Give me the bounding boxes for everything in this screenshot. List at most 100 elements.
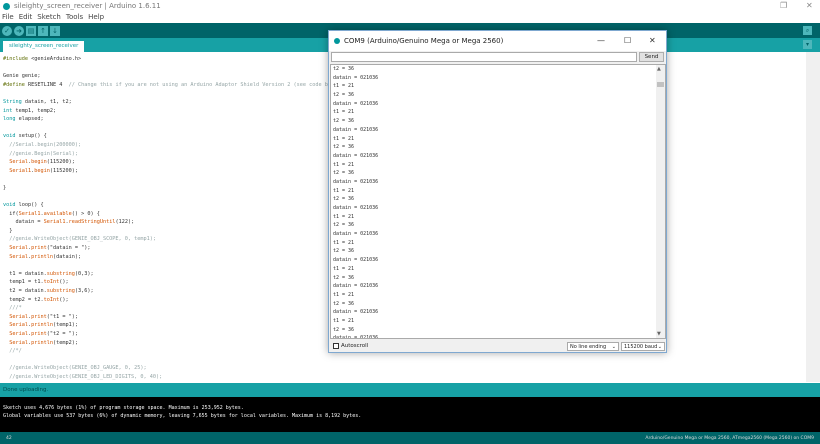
minimize-icon[interactable]: —	[597, 36, 605, 45]
code-token: (115200);	[46, 159, 75, 166]
line-ending-value: No line ending	[570, 344, 607, 350]
code-line: //genie.WriteObject(GENIE_OBJ_GAUGE, 0, …	[3, 364, 343, 373]
line-ending-select[interactable]: No line ending ⌄	[567, 342, 619, 351]
baud-select[interactable]: 115200 baud ⌄	[621, 342, 665, 351]
code-token: toInt	[43, 296, 60, 303]
code-token: }	[3, 227, 13, 234]
code-token: toInt	[43, 279, 60, 286]
serial-footer: Autoscroll No line ending ⌄ 115200 baud …	[329, 340, 666, 352]
code-line: if(Serial1.available() > 0) {	[3, 210, 343, 219]
new-button[interactable]: ▤	[26, 25, 36, 36]
serial-line: t2 = 36	[333, 196, 355, 203]
code-token: Serial	[3, 313, 28, 320]
menu-sketch[interactable]: Sketch	[37, 13, 61, 21]
code-token: substring	[46, 270, 75, 277]
code-token: readStringUntil	[68, 219, 116, 226]
menu-tools[interactable]: Tools	[66, 13, 83, 21]
serial-line: datain = 021036	[333, 74, 379, 81]
code-line: temp2 = t2.toInt();	[3, 296, 343, 305]
serial-monitor-window: COM9 (Arduino/Genuino Mega or Mega 2560)…	[328, 30, 667, 353]
send-button[interactable]: Send	[639, 52, 664, 62]
serial-input[interactable]	[331, 52, 637, 62]
serial-line: t2 = 36	[333, 118, 355, 125]
code-token: (temp2);	[53, 339, 78, 346]
autoscroll-checkbox[interactable]	[333, 343, 339, 349]
code-line: Serial1.begin(115200);	[3, 167, 343, 176]
menu-edit[interactable]: Edit	[19, 13, 33, 21]
editor-scrollbar[interactable]	[806, 52, 820, 382]
code-token: ("t2 = ");	[46, 331, 78, 337]
serial-output: t2 = 36 datain = 021036 t1 = 21 t2 = 36 data…	[330, 64, 666, 339]
code-token: elapsed;	[15, 116, 44, 123]
code-line: //Serial.begin(200000);	[3, 141, 343, 150]
console-output: Sketch uses 4,676 bytes (1%) of program …	[0, 397, 820, 432]
menu-file[interactable]: File	[2, 13, 14, 21]
code-token: int	[3, 107, 13, 114]
verify-button[interactable]: ✓	[2, 25, 12, 36]
serial-line: t2 = 36	[333, 144, 355, 151]
serial-line: datain = 021036	[333, 126, 379, 133]
code-line: temp1 = t1.toInt();	[3, 278, 343, 287]
maximize-icon[interactable]: ☐	[624, 36, 631, 45]
code-token: print	[31, 331, 47, 337]
autoscroll-label: Autoscroll	[341, 343, 369, 349]
upload-button[interactable]: ➜	[14, 25, 24, 36]
code-token: //genie.WriteObject(GENIE_OBJ_GAUGE, 0, …	[3, 365, 147, 372]
code-line: #include <genieArduino.h>	[3, 55, 343, 64]
code-token: t2 = datain.	[3, 288, 47, 295]
code-line: datain = Serial1.readStringUntil(122);	[3, 218, 343, 227]
serial-scrollbar[interactable]: ▲ ▼	[656, 65, 665, 338]
close-icon[interactable]: ✕	[806, 1, 813, 10]
scroll-thumb[interactable]	[657, 82, 664, 87]
code-line: ///*	[3, 304, 343, 313]
open-button[interactable]: ↑	[38, 25, 48, 36]
tab-sketch[interactable]: sileighty_screen_receiver	[3, 41, 85, 52]
close-icon[interactable]: ✕	[649, 36, 656, 45]
code-token: Serial1	[3, 167, 32, 174]
serial-line: datain = 021036	[333, 309, 379, 316]
serial-line: t2 = 36	[333, 274, 355, 281]
code-line: }	[3, 184, 343, 193]
serial-line: t2 = 36	[333, 326, 355, 333]
code-token: (0,3);	[74, 270, 94, 277]
scroll-up-icon[interactable]: ▲	[657, 66, 661, 72]
code-text[interactable]: #include <genieArduino.h> Genie genie; #de…	[3, 55, 343, 399]
code-token: print	[31, 245, 47, 252]
code-line: Serial.println(temp2);	[3, 339, 343, 348]
serial-monitor-button[interactable]: ⌕	[803, 26, 812, 35]
serial-title: COM9 (Arduino/Genuino Mega or Mega 2560)	[344, 37, 504, 45]
code-token: //genie.WriteObject(GENIE_OBJ_SCOPE, 0, …	[3, 236, 157, 243]
tab-menu-button[interactable]: ▾	[803, 40, 812, 49]
code-token: Genie genie;	[3, 73, 41, 80]
line-number: 42	[6, 435, 12, 441]
code-token: begin	[34, 167, 50, 174]
code-line: int temp1, temp2;	[3, 107, 343, 116]
code-token: temp1, temp2;	[12, 107, 57, 114]
serial-line: datain = 021036	[333, 257, 379, 264]
serial-line: t1 = 21	[333, 265, 355, 272]
code-token: begin	[31, 159, 47, 166]
code-line: void setup() {	[3, 132, 343, 141]
menu-help[interactable]: Help	[88, 13, 104, 21]
restore-icon[interactable]: ❐	[780, 1, 787, 10]
code-token: loop() {	[15, 202, 44, 209]
code-token: Serial	[3, 159, 28, 166]
serial-line: datain = 021036	[333, 231, 379, 238]
serial-line: t1 = 21	[333, 213, 355, 220]
bottom-bar: 42 Arduino/Genuino Mega or Mega 2560, AT…	[0, 432, 820, 444]
serial-line: datain = 021036	[333, 152, 379, 159]
code-token: setup() {	[15, 133, 47, 140]
window-title: sileighty_screen_receiver | Arduino 1.6.…	[14, 2, 161, 10]
code-token: ///*	[3, 305, 22, 312]
serial-line: datain = 021036	[333, 335, 379, 339]
code-line: //genie.WriteObject(GENIE_OBJ_LED_DIGITS…	[3, 373, 343, 382]
code-line: //*/	[3, 347, 343, 356]
code-token: //Serial.begin(200000);	[3, 141, 82, 148]
save-button[interactable]: ↓	[50, 25, 60, 36]
board-info: Arduino/Genuino Mega or Mega 2560, ATmeg…	[645, 435, 814, 441]
code-line: Serial.println(datain);	[3, 253, 343, 262]
scroll-down-icon[interactable]: ▼	[657, 331, 661, 337]
